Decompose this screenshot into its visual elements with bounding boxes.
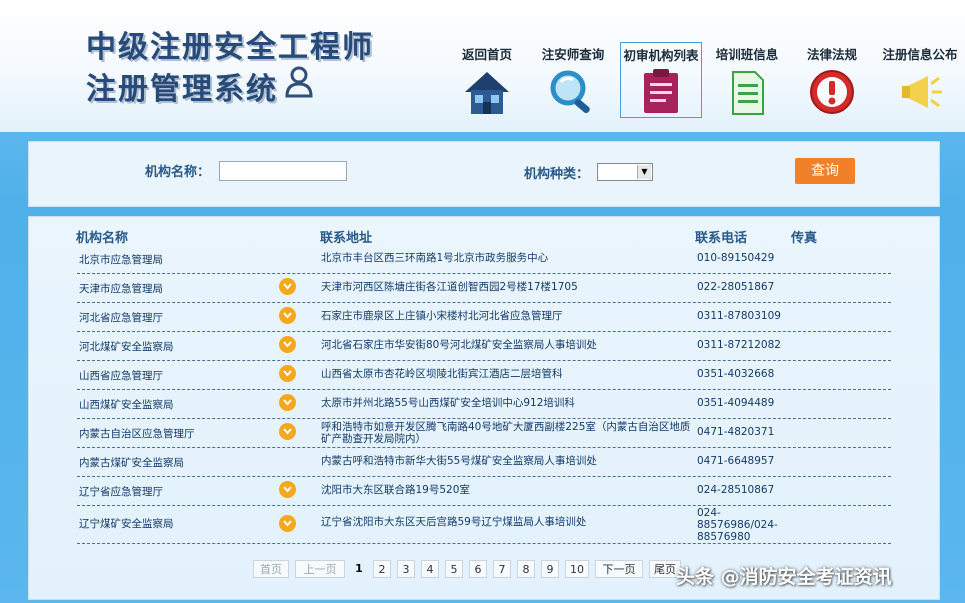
org-phone-cell: 010-89150429 (697, 252, 775, 264)
org-phone-cell: 0351-4094489 (697, 397, 775, 409)
watermark: 头条 @消防安全考证资讯 (676, 566, 892, 588)
org-name-cell: 内蒙古煤矿安全监察局 (79, 457, 184, 469)
nav-training-label: 培训班信息 (715, 47, 779, 62)
org-phone-cell: 0311-87803109 (697, 310, 781, 322)
system-title-line2: 注册管理系统 (86, 72, 278, 107)
table-row: 河北省应急管理厅 石家庄市鹿泉区上庄镇小宋楼村北河北省应急管理厅 0311-87… (77, 302, 891, 332)
nav-laws-label: 法律法规 (806, 47, 857, 62)
org-phone-cell: 0471-6648957 (697, 455, 775, 467)
first-page-button[interactable]: 首页 (253, 560, 289, 578)
table-row: 辽宁煤矿安全监察局 辽宁省沈阳市大东区天后宫路59号辽宁煤监局人事培训处 024… (77, 505, 891, 544)
site-header: 中级注册安全工程师 注册管理系统 返回首页 注安师查询 初审机构列表 培训班信息… (0, 0, 965, 132)
org-address-cell: 内蒙古呼和浩特市新华大街55号煤矿安全监察局人事培训处 (321, 455, 597, 467)
clipboard-icon (644, 69, 678, 113)
nav-home[interactable]: 返回首页 (447, 40, 527, 120)
org-phone-cell: 0351-4032668 (697, 368, 775, 380)
expand-chevron-icon[interactable] (279, 481, 296, 498)
org-name-cell: 河北省应急管理厅 (79, 312, 163, 324)
expand-chevron-icon[interactable] (279, 336, 296, 353)
org-address-cell: 石家庄市鹿泉区上庄镇小宋楼村北河北省应急管理厅 (321, 310, 563, 322)
org-name-cell: 北京市应急管理局 (79, 254, 163, 266)
org-name-input[interactable] (219, 161, 347, 181)
table-row: 山西煤矿安全监察局 太原市并州北路55号山西煤矿安全培训中心912培训科 035… (77, 389, 891, 419)
search-panel: 机构名称： 机构种类： ▼ 查询 (28, 141, 940, 207)
org-type-label: 机构种类： (524, 167, 590, 182)
page-link-current[interactable]: 1 (351, 560, 367, 578)
org-address-cell: 太原市并州北路55号山西煤矿安全培训中心912培训科 (321, 397, 575, 409)
org-address-cell: 呼和浩特市如意开发区腾飞南路40号地矿大厦西副楼225室（内蒙古自治区地质矿产勘… (321, 421, 691, 445)
org-type-select[interactable]: ▼ (597, 163, 653, 181)
document-icon (732, 71, 764, 115)
org-name-cell: 内蒙古自治区应急管理厅 (79, 428, 195, 440)
page-link[interactable]: 10 (565, 560, 589, 578)
org-name-cell: 河北煤矿安全监察局 (79, 341, 174, 353)
org-name-label: 机构名称： (145, 165, 211, 180)
page-link[interactable]: 9 (541, 560, 559, 578)
table-row: 北京市应急管理局 北京市丰台区西三环南路1号北京市政务服务中心 010-8915… (77, 244, 891, 274)
org-name-cell: 辽宁省应急管理厅 (79, 486, 163, 498)
expand-chevron-icon[interactable] (279, 307, 296, 324)
expand-chevron-icon[interactable] (279, 394, 296, 411)
alert-icon (810, 70, 854, 114)
results-panel: 机构名称 联系地址 联系电话 传真 北京市应急管理局 北京市丰台区西三环南路1号… (28, 216, 940, 600)
table-row: 河北煤矿安全监察局 河北省石家庄市华安街80号河北煤矿安全监察局人事培训处 03… (77, 331, 891, 361)
nav-training[interactable]: 培训班信息 (707, 40, 787, 120)
org-phone-cell: 0311-87212082 (697, 339, 781, 351)
system-title-line1: 中级注册安全工程师 (86, 30, 374, 65)
page-link[interactable]: 7 (493, 560, 511, 578)
page-link[interactable]: 4 (421, 560, 439, 578)
nav-laws[interactable]: 法律法规 (792, 40, 872, 120)
org-phone-cell: 0471-4820371 (697, 426, 775, 438)
chevron-down-icon[interactable]: ▼ (637, 165, 651, 179)
org-phone-cell: 022-28051867 (697, 281, 775, 293)
user-icon (285, 66, 313, 98)
org-name-cell: 山西煤矿安全监察局 (79, 399, 174, 411)
org-address-cell: 山西省太原市杏花岭区坝陵北街宾江酒店二层培管科 (321, 368, 563, 380)
expand-chevron-icon[interactable] (279, 515, 296, 532)
table-row: 内蒙古煤矿安全监察局 内蒙古呼和浩特市新华大街55号煤矿安全监察局人事培训处 0… (77, 447, 891, 477)
page-link[interactable]: 2 (373, 560, 391, 578)
nav-engineer-query[interactable]: 注安师查询 (533, 40, 613, 120)
prev-page-button[interactable]: 上一页 (295, 560, 345, 578)
org-address-cell: 沈阳市大东区联合路19号520室 (321, 484, 470, 496)
page-link[interactable]: 8 (517, 560, 535, 578)
org-name-cell: 辽宁煤矿安全监察局 (79, 518, 174, 530)
expand-chevron-icon[interactable] (279, 278, 296, 295)
org-phone-cell: 024-28510867 (697, 484, 775, 496)
nav-announcements[interactable]: 注册信息公布 (880, 40, 960, 120)
page-link[interactable]: 3 (397, 560, 415, 578)
table-row: 天津市应急管理局 天津市河西区陈塘庄街各江道创智西园2号楼17楼1705 022… (77, 273, 891, 303)
query-button[interactable]: 查询 (795, 158, 855, 184)
org-address-cell: 天津市河西区陈塘庄街各江道创智西园2号楼17楼1705 (321, 281, 578, 293)
page-link[interactable]: 5 (445, 560, 463, 578)
next-page-button[interactable]: 下一页 (595, 560, 643, 578)
org-name-cell: 天津市应急管理局 (79, 283, 163, 295)
nav-org-list-label: 初审机构列表 (623, 48, 699, 63)
org-address-cell: 河北省石家庄市华安街80号河北煤矿安全监察局人事培训处 (321, 339, 597, 351)
home-icon (465, 72, 509, 114)
table-row: 内蒙古自治区应急管理厅 呼和浩特市如意开发区腾飞南路40号地矿大厦西副楼225室… (77, 418, 891, 448)
nav-home-label: 返回首页 (461, 47, 512, 62)
expand-chevron-icon[interactable] (279, 365, 296, 382)
org-phone-cell: 024-88576986/024-88576980 (697, 507, 778, 543)
magnifier-icon (550, 70, 590, 114)
org-name-cell: 山西省应急管理厅 (79, 370, 163, 382)
nav-engineer-query-label: 注安师查询 (541, 47, 605, 62)
page-link[interactable]: 6 (469, 560, 487, 578)
table-row: 辽宁省应急管理厅 沈阳市大东区联合路19号520室 024-28510867 (77, 476, 891, 506)
nav-announcements-label: 注册信息公布 (882, 47, 958, 62)
org-address-cell: 辽宁省沈阳市大东区天后宫路59号辽宁煤监局人事培训处 (321, 516, 587, 528)
nav-org-list[interactable]: 初审机构列表 (620, 42, 702, 118)
org-address-cell: 北京市丰台区西三环南路1号北京市政务服务中心 (321, 252, 549, 264)
table-row: 山西省应急管理厅 山西省太原市杏花岭区坝陵北街宾江酒店二层培管科 0351-40… (77, 360, 891, 390)
expand-chevron-icon[interactable] (279, 423, 296, 440)
megaphone-icon (902, 76, 942, 108)
